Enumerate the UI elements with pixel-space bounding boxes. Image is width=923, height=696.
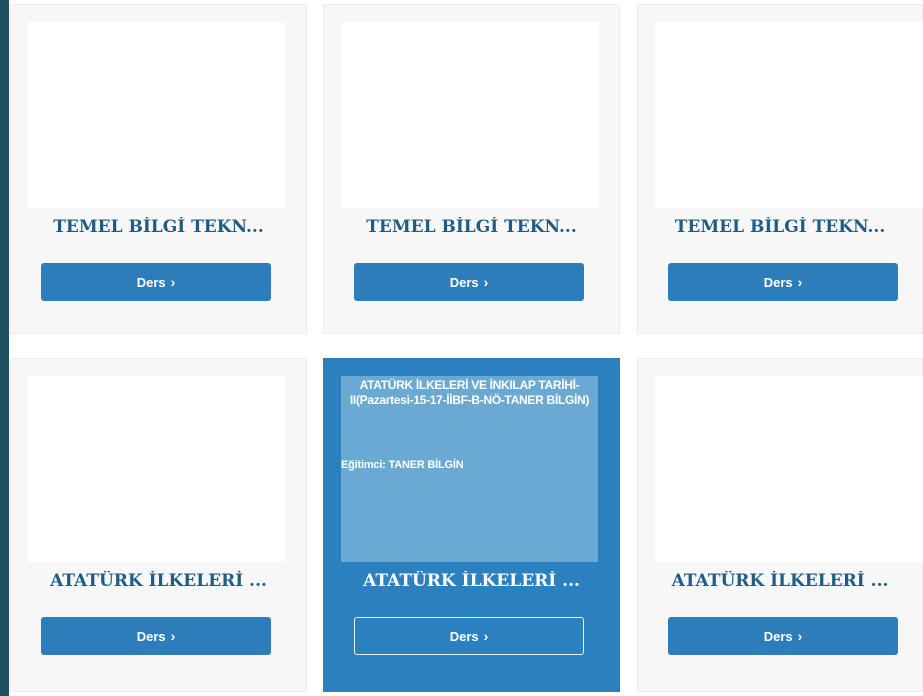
ders-button-label: Ders [449,274,479,290]
chevron-right-icon: › [170,274,176,290]
course-title[interactable]: ATATÜRK İLKELERİ ... [638,571,922,591]
ders-button-label: Ders [449,628,479,644]
ders-button-label: Ders [136,274,166,290]
chevron-right-icon: › [797,628,803,644]
left-panel-edge [0,0,9,696]
course-title[interactable]: TEMEL BİLGİ TEKN... [11,217,306,237]
course-card[interactable]: ATATÜRK İLKELERİ ... Ders › [637,358,923,692]
ders-button-label: Ders [763,628,793,644]
ders-button[interactable]: Ders › [668,617,898,655]
course-title[interactable]: ATATÜRK İLKELERİ ... [11,571,306,591]
chevron-right-icon: › [170,628,176,644]
ders-button-label: Ders [763,274,793,290]
chevron-right-icon: › [483,628,489,644]
chevron-right-icon: › [797,274,803,290]
ders-button[interactable]: Ders › [354,617,584,655]
course-card[interactable]: ATATÜRK İLKELERİ ... Ders › [10,358,307,692]
course-thumbnail[interactable] [28,376,285,562]
course-full-title: ATATÜRK İLKELERİ VE İNKILAP TARİHİ-II(Pa… [349,378,590,407]
course-card-active[interactable]: ATATÜRK İLKELERİ VE İNKILAP TARİHİ-II(Pa… [323,358,620,692]
course-card[interactable]: TEMEL BİLGİ TEKN... Ders › [10,4,307,334]
course-thumbnail[interactable] [655,376,923,562]
ders-button[interactable]: Ders › [668,263,898,301]
course-thumbnail[interactable] [341,22,598,208]
ders-button[interactable]: Ders › [41,263,271,301]
course-card[interactable]: TEMEL BİLGİ TEKN... Ders › [637,4,923,334]
course-thumbnail[interactable] [28,22,285,208]
course-title[interactable]: ATATÜRK İLKELERİ ... [324,571,619,591]
course-thumbnail[interactable] [655,22,923,208]
chevron-right-icon: › [483,274,489,290]
course-title[interactable]: TEMEL BİLGİ TEKN... [638,217,922,237]
ders-button[interactable]: Ders › [41,617,271,655]
course-thumbnail-hover[interactable]: ATATÜRK İLKELERİ VE İNKILAP TARİHİ-II(Pa… [341,376,598,562]
ders-button[interactable]: Ders › [354,263,584,301]
course-title[interactable]: TEMEL BİLGİ TEKN... [324,217,619,237]
ders-button-label: Ders [136,628,166,644]
course-instructor: Eğitimci: TANER BİLGİN [341,459,464,471]
course-card[interactable]: TEMEL BİLGİ TEKN... Ders › [323,4,620,334]
